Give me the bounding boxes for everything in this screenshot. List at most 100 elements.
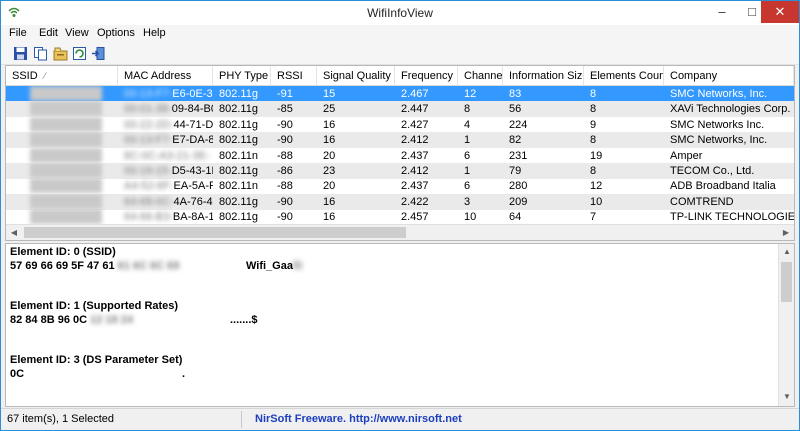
cell-ssid xyxy=(6,163,118,179)
column-header-info-size[interactable]: Information Size xyxy=(503,66,584,86)
column-header-ssid[interactable]: SSID ⁄ xyxy=(6,66,118,86)
mac-redacted: 8C-0C-A3-21-3E- xyxy=(124,149,210,162)
table-header: SSID ⁄ MAC Address PHY Type RSSI Signal … xyxy=(6,66,794,86)
table-row[interactable]: 00-01-38-09-84-B0 802.11g -85 25 2.447 8 56 8 XA… xyxy=(6,101,794,118)
cell-frequency: 2.412 xyxy=(401,165,429,177)
refresh-icon[interactable] xyxy=(72,46,87,61)
hex-visible: 57 69 66 69 5F 47 61 xyxy=(10,260,118,272)
element-hex-bytes: 57 69 66 69 5F 47 61 61 6C 6C 69 xyxy=(10,260,179,272)
scroll-left-arrow-icon[interactable]: ◀ xyxy=(6,226,22,240)
cell-quality: 20 xyxy=(323,180,336,193)
column-header-rssi[interactable]: RSSI xyxy=(271,66,317,86)
properties-icon[interactable] xyxy=(53,46,68,61)
cell-info-size: 231 xyxy=(509,149,528,162)
minimize-button[interactable]: – xyxy=(707,1,737,23)
table-row[interactable]: 00-13-F7-E7-DA-86 802.11g -90 16 2.412 1 82 8 SM… xyxy=(6,132,794,149)
ascii-visible: . xyxy=(182,368,186,380)
cell-channel: 6 xyxy=(464,180,471,193)
ssid-redacted xyxy=(30,147,102,163)
mac-visible: E6-0E-3E xyxy=(172,88,213,100)
mac-redacted: 00-19-15- xyxy=(124,165,172,177)
cell-quality: 20 xyxy=(323,149,336,162)
cell-elements: 12 xyxy=(590,180,603,193)
mac-redacted: 00-22-2D- xyxy=(124,118,174,131)
toolbar xyxy=(1,43,799,65)
column-header-company[interactable]: Company xyxy=(664,66,794,86)
vertical-scroll-thumb[interactable] xyxy=(781,262,792,302)
mac-visible: 09-84-B0 xyxy=(171,103,213,116)
menu-bar: File Edit View Options Help xyxy=(1,25,799,43)
table-row[interactable]: 64-66-B3-BA-8A-14 802.11g -90 16 2.457 10 64 7 T… xyxy=(6,209,794,225)
cell-channel: 6 xyxy=(464,149,471,162)
table-row[interactable]: 64-68-0C-4A-76-40 802.11g -90 16 2.422 3 209 10… xyxy=(6,193,794,210)
cell-elements: 8 xyxy=(590,88,597,100)
status-bar: 67 item(s), 1 Selected NirSoft Freeware.… xyxy=(1,408,799,430)
hex-redacted: 12 18 24 xyxy=(90,314,133,326)
scroll-up-arrow-icon[interactable]: ▲ xyxy=(779,245,794,259)
cell-mac-address: 8C-0C-A3-21-3E- xyxy=(118,148,213,164)
copy-icon[interactable] xyxy=(33,46,48,61)
wifi-network-table: SSID ⁄ MAC Address PHY Type RSSI Signal … xyxy=(5,65,795,241)
cell-info-size: 209 xyxy=(509,195,528,208)
cell-ssid xyxy=(6,86,118,102)
mac-redacted: 00-13-F7- xyxy=(124,88,173,100)
cell-ssid xyxy=(6,178,118,194)
ssid-redacted xyxy=(30,163,102,178)
column-header-quality[interactable]: Signal Quality xyxy=(317,66,395,86)
cell-phy: 802.11g xyxy=(219,195,258,208)
ssid-redacted xyxy=(30,86,102,101)
cell-info-size: 79 xyxy=(509,165,522,177)
element-hex-bytes: 0C xyxy=(10,368,24,380)
cell-company: XAVi Technologies Corp. xyxy=(670,103,791,116)
column-header-channel[interactable]: Channel xyxy=(458,66,503,86)
cell-channel: 10 xyxy=(464,211,477,224)
cell-frequency: 2.437 xyxy=(401,180,429,193)
element-ascii-text: Wifi_Gaalli xyxy=(246,260,302,272)
mac-visible: EA-5A-FE xyxy=(173,180,213,193)
cell-mac-address: 00-19-15-D5-43-1E xyxy=(118,163,213,179)
element-details-pane: Element ID: 0 (SSID) 57 69 66 69 5F 47 61… xyxy=(5,243,795,407)
status-divider xyxy=(241,411,242,428)
cell-info-size: 82 xyxy=(509,134,522,147)
mac-redacted: 64-66-B3- xyxy=(124,211,173,224)
menu-help[interactable]: Help xyxy=(143,27,166,39)
ssid-redacted xyxy=(30,193,102,209)
element-header: Element ID: 0 (SSID) xyxy=(10,246,116,258)
menu-file[interactable]: File xyxy=(9,27,27,39)
column-header-phy[interactable]: PHY Type xyxy=(213,66,271,86)
cell-phy: 802.11n xyxy=(219,149,258,162)
column-header-elements[interactable]: Elements Count xyxy=(584,66,664,86)
cell-company: TP-LINK TECHNOLOGIE... xyxy=(670,211,794,224)
cell-phy: 802.11g xyxy=(219,88,258,100)
table-row-selected[interactable]: 00-13-F7-E6-0E-3E 802.11g -91 15 2.467 12 83 8 S… xyxy=(6,86,794,102)
menu-view[interactable]: View xyxy=(65,27,89,39)
table-row[interactable]: A4-52-6F-EA-5A-FE 802.11n -88 20 2.437 6 280 12… xyxy=(6,178,794,194)
cell-quality: 16 xyxy=(323,134,336,147)
scroll-down-arrow-icon[interactable]: ▼ xyxy=(779,390,794,404)
close-button[interactable]: ✕ xyxy=(761,1,799,23)
menu-edit[interactable]: Edit xyxy=(39,27,58,39)
menu-options[interactable]: Options xyxy=(97,27,135,39)
save-icon[interactable] xyxy=(13,46,28,61)
element-ascii-text: .......$ xyxy=(230,314,258,326)
nirsoft-link[interactable]: NirSoft Freeware. http://www.nirsoft.net xyxy=(255,413,462,425)
horizontal-scroll-thumb[interactable] xyxy=(24,227,406,238)
table-row[interactable]: 00-19-15-D5-43-1E 802.11g -86 23 2.412 1 79 8 TE… xyxy=(6,163,794,179)
table-row[interactable]: 8C-0C-A3-21-3E- 802.11n -88 20 2.437 6 231 19 Am… xyxy=(6,147,794,164)
vertical-scrollbar[interactable]: ▲ ▼ xyxy=(778,244,794,406)
horizontal-scrollbar[interactable]: ◀ ▶ xyxy=(6,224,794,240)
exit-icon[interactable] xyxy=(91,46,106,61)
mac-visible: E7-DA-86 xyxy=(172,134,213,147)
ssid-redacted xyxy=(30,132,102,148)
hex-redacted: 61 6C 6C 69 xyxy=(117,260,180,272)
cell-elements: 8 xyxy=(590,134,597,147)
column-header-frequency[interactable]: Frequency xyxy=(395,66,458,86)
table-row[interactable]: 00-22-2D-44-71-D9 802.11g -90 16 2.427 4 224 9 S… xyxy=(6,116,794,133)
scroll-right-arrow-icon[interactable]: ▶ xyxy=(778,226,794,240)
title-bar: WifiInfoView – □ ✕ xyxy=(1,1,799,25)
element-hex-bytes: 82 84 8B 96 0C 12 18 24 xyxy=(10,314,133,326)
window-title: WifiInfoView xyxy=(367,6,433,20)
cell-phy: 802.11n xyxy=(219,180,258,193)
cell-company: ADB Broadband Italia xyxy=(670,180,776,193)
column-header-mac[interactable]: MAC Address xyxy=(118,66,213,86)
